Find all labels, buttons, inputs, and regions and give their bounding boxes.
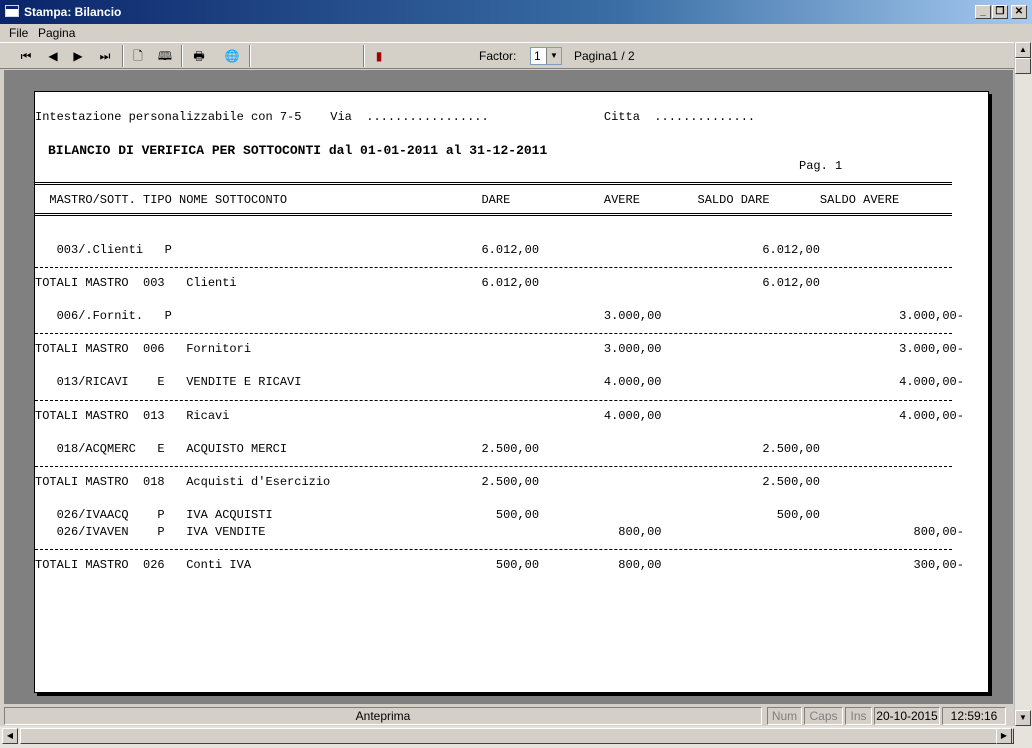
- page-indicator: Pagina1 / 2: [574, 49, 635, 63]
- total-row: TOTALI MASTRO 006 Fornitori 3.000,00 3.0…: [35, 342, 964, 356]
- dashed-rule: [35, 549, 952, 550]
- preview-area: Intestazione personalizzabile con 7-5 Vi…: [4, 70, 1013, 704]
- toolbar: ⏮ ◀ ▶ ⏭ 🗋 🕮 🖶 🌐 ▮ Factor: 1 ▼ Pagina1 / …: [0, 42, 1014, 69]
- dashed-rule: [35, 333, 952, 334]
- report-row: 013/RICAVI E VENDITE E RICAVI 4.000,00 4…: [35, 375, 964, 389]
- page-number: Pag. 1: [799, 159, 843, 173]
- total-row: TOTALI MASTRO 003 Clienti 6.012,00 6.012…: [35, 276, 820, 290]
- next-page-icon[interactable]: ▶: [67, 46, 89, 66]
- vertical-scrollbar[interactable]: ▲ ▼: [1014, 42, 1032, 726]
- menu-pagina[interactable]: Pagina: [38, 26, 75, 40]
- two-pages-icon[interactable]: 🕮: [154, 46, 176, 66]
- total-row: TOTALI MASTRO 026 Conti IVA 500,00 800,0…: [35, 558, 964, 572]
- scroll-up-icon[interactable]: ▲: [1015, 42, 1031, 58]
- factor-select[interactable]: 1 ▼: [530, 47, 562, 65]
- window-title: Stampa: Bilancio: [24, 5, 122, 19]
- dashed-rule: [35, 400, 952, 401]
- status-caps: Caps: [804, 707, 843, 725]
- menu-file[interactable]: File: [9, 26, 28, 40]
- factor-label: Factor:: [479, 49, 517, 63]
- column-headers: MASTRO/SOTT. TIPO NOME SOTTOCONTO DARE A…: [35, 193, 900, 207]
- exit-door-icon[interactable]: ▮: [368, 46, 390, 66]
- scroll-thumb[interactable]: [1015, 58, 1031, 74]
- total-row: TOTALI MASTRO 018 Acquisti d'Esercizio 2…: [35, 475, 820, 489]
- scroll-right-icon[interactable]: ▶: [996, 728, 1012, 744]
- close-button[interactable]: ✕: [1011, 5, 1027, 19]
- double-rule: [35, 182, 952, 185]
- toolbar-separator: [181, 45, 183, 67]
- total-row: TOTALI MASTRO 013 Ricavi 4.000,00 4.000,…: [35, 409, 964, 423]
- toolbar-separator: [363, 45, 365, 67]
- toolbar-separator: [122, 45, 124, 67]
- status-num: Num: [767, 707, 802, 725]
- chevron-down-icon[interactable]: ▼: [546, 48, 561, 64]
- single-page-icon[interactable]: 🗋: [127, 46, 149, 66]
- report-row: 026/IVAVEN P IVA VENDITE 800,00 800,00-: [35, 525, 964, 539]
- status-bar: Anteprima Num Caps Ins 20-10-2015 12:59:…: [0, 704, 1014, 726]
- report-header: Intestazione personalizzabile con 7-5 Vi…: [35, 110, 756, 124]
- report-row: 018/ACQMERC E ACQUISTO MERCI 2.500,00 2.…: [35, 442, 820, 456]
- status-date: 20-10-2015: [874, 707, 940, 725]
- toolbar-separator: [249, 45, 251, 67]
- scroll-thumb[interactable]: [20, 728, 1014, 744]
- status-mode: Anteprima: [4, 707, 762, 725]
- status-ins: Ins: [845, 707, 872, 725]
- title-bar: Stampa: Bilancio _ ❐ ✕: [0, 0, 1032, 24]
- report-title: BILANCIO DI VERIFICA PER SOTTOCONTI dal …: [48, 143, 548, 158]
- last-page-icon[interactable]: ⏭: [94, 46, 116, 66]
- report-row: 003/.Clienti P 6.012,00 6.012,00: [35, 243, 820, 257]
- dashed-rule: [35, 466, 952, 467]
- scroll-left-icon[interactable]: ◀: [2, 728, 18, 744]
- previous-page-icon[interactable]: ◀: [42, 46, 64, 66]
- restore-button[interactable]: ❐: [992, 5, 1008, 19]
- factor-value: 1: [534, 49, 541, 63]
- print-icon[interactable]: 🖶: [188, 46, 210, 66]
- menu-bar: File Pagina: [0, 24, 1032, 42]
- export-icon[interactable]: 🌐: [221, 46, 243, 66]
- horizontal-scrollbar[interactable]: ◀ ▶: [0, 726, 1032, 748]
- report-page: Intestazione personalizzabile con 7-5 Vi…: [34, 91, 989, 693]
- report-row: 026/IVAACQ P IVA ACQUISTI 500,00 500,00: [35, 508, 820, 522]
- app-icon: [5, 5, 19, 17]
- scroll-down-icon[interactable]: ▼: [1015, 710, 1031, 726]
- minimize-button[interactable]: _: [975, 5, 991, 19]
- report-row: 006/.Fornit. P 3.000,00 3.000,00-: [35, 309, 964, 323]
- dashed-rule: [35, 267, 952, 268]
- status-time: 12:59:16: [942, 707, 1006, 725]
- double-rule: [35, 213, 952, 216]
- first-page-icon[interactable]: ⏮: [15, 46, 37, 66]
